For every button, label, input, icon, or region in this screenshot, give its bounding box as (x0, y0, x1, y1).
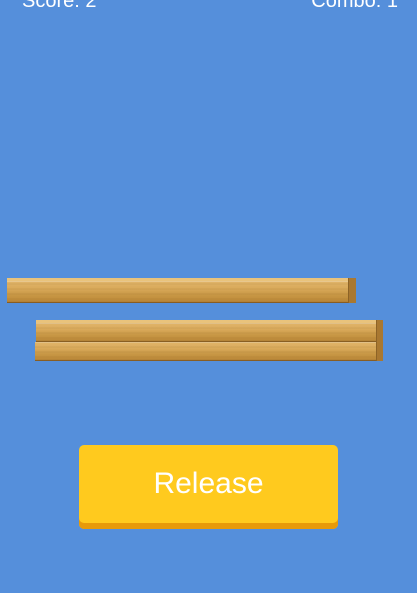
stacked-plank-base (35, 342, 383, 361)
release-button[interactable]: Release (79, 445, 338, 529)
moving-plank (7, 278, 356, 303)
release-button-label: Release (153, 467, 264, 500)
stacked-plank-top (36, 320, 383, 342)
combo-label: Combo: 1 (311, 0, 398, 12)
score-label: Score: 2 (22, 0, 97, 12)
